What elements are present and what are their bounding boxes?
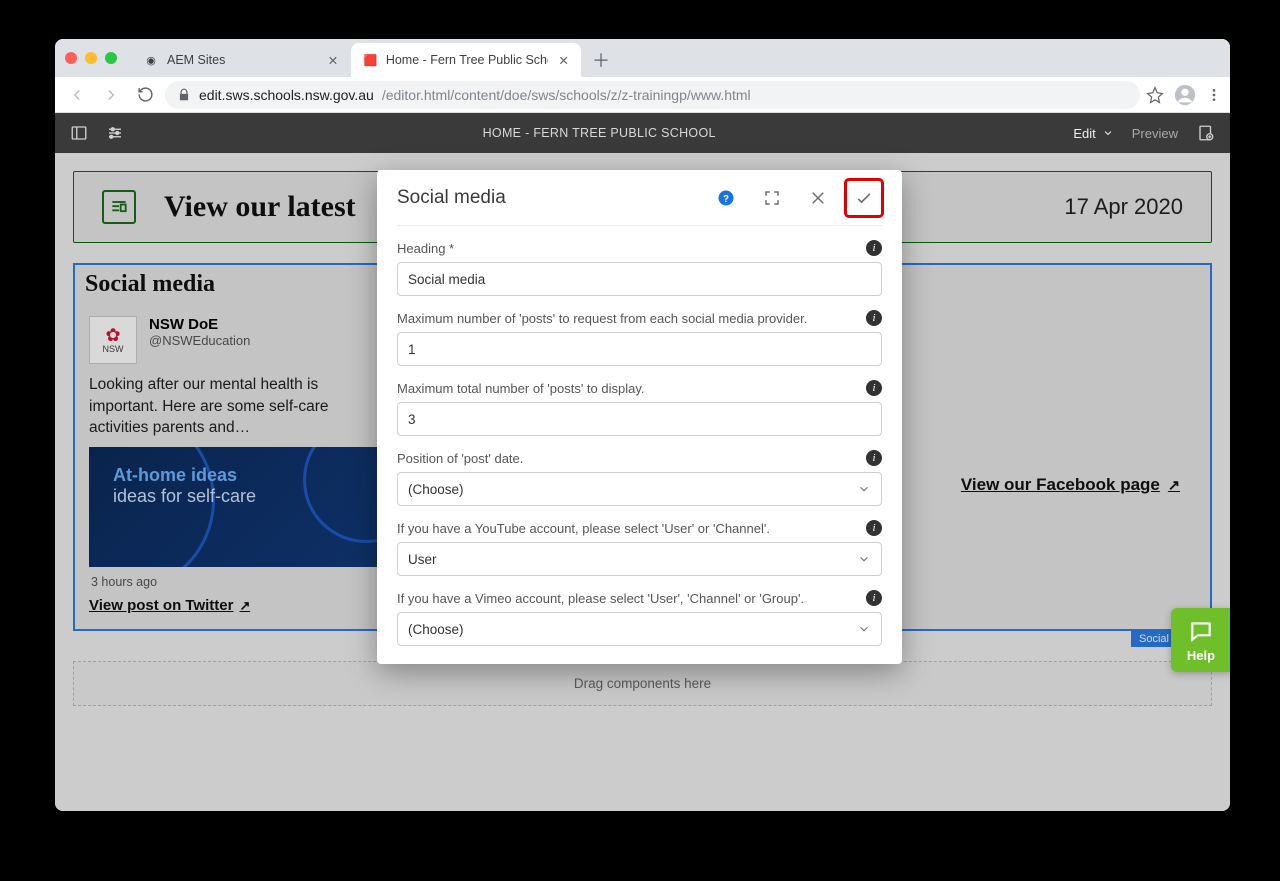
newsletter-icon: [102, 190, 136, 224]
help-tab[interactable]: Help: [1171, 608, 1230, 672]
post-author: NSW DoE: [149, 316, 250, 333]
kebab-menu-icon[interactable]: [1206, 87, 1222, 103]
maximize-window-button[interactable]: [105, 52, 117, 64]
avatar: ✿ NSW: [89, 316, 137, 364]
favicon-icon: 🟥: [363, 52, 378, 68]
url-host: edit.sws.schools.nsw.gov.au: [199, 87, 374, 103]
tab-label: Home - Fern Tree Public Schoo: [386, 53, 548, 67]
profile-icon[interactable]: [1174, 84, 1196, 106]
side-panel-icon[interactable]: [69, 123, 89, 143]
youtube-type-select[interactable]: User: [397, 542, 882, 576]
info-icon[interactable]: i: [866, 240, 882, 256]
heading-input[interactable]: [397, 262, 882, 296]
field-youtube-type: If you have a YouTube account, please se…: [397, 520, 882, 576]
back-button[interactable]: [63, 81, 91, 109]
forward-button[interactable]: [97, 81, 125, 109]
field-heading: Heading * i: [397, 240, 882, 296]
url-path: /editor.html/content/doe/sws/schools/z/z…: [382, 87, 751, 103]
field-vimeo-type: If you have a Vimeo account, please sele…: [397, 590, 882, 646]
max-total-input[interactable]: [397, 402, 882, 436]
newsletter-date: 17 Apr 2020: [1064, 194, 1183, 220]
address-bar-actions: [1146, 84, 1222, 106]
help-icon[interactable]: ?: [708, 180, 744, 216]
close-window-button[interactable]: [65, 52, 77, 64]
tab-aem-sites[interactable]: ◉ AEM Sites ✕: [131, 43, 351, 77]
window-controls: [65, 39, 131, 77]
viewport: HOME - FERN TREE PUBLIC SCHOOL Edit Prev…: [55, 113, 1230, 811]
field-max-per-provider: Maximum number of 'posts' to request fro…: [397, 310, 882, 366]
browser-window: ◉ AEM Sites ✕ 🟥 Home - Fern Tree Public …: [55, 39, 1230, 811]
social-post: ✿ NSW NSW DoE @NSWEducation Looking afte…: [89, 316, 389, 615]
fullscreen-icon[interactable]: [754, 180, 790, 216]
info-icon[interactable]: i: [866, 380, 882, 396]
post-timestamp: 3 hours ago: [91, 575, 387, 589]
max-per-provider-input[interactable]: [397, 332, 882, 366]
preview-button[interactable]: Preview: [1132, 126, 1178, 141]
info-icon[interactable]: i: [866, 310, 882, 326]
external-link-icon: [1168, 475, 1180, 495]
mode-dropdown[interactable]: Edit: [1073, 126, 1113, 141]
post-body: Looking after our mental health is impor…: [89, 374, 389, 439]
reload-button[interactable]: [131, 81, 159, 109]
url-field[interactable]: edit.sws.schools.nsw.gov.au/editor.html/…: [165, 81, 1140, 109]
chevron-down-icon: [857, 622, 871, 636]
dialog-header: Social media ?: [397, 170, 882, 226]
done-button[interactable]: [846, 180, 882, 216]
post-date-position-select[interactable]: (Choose): [397, 472, 882, 506]
tab-close-icon[interactable]: ✕: [556, 52, 571, 68]
post-image: At-home ideas ideas for self-care: [89, 447, 389, 567]
aem-toolbar: HOME - FERN TREE PUBLIC SCHOOL Edit Prev…: [55, 113, 1230, 153]
drop-zone[interactable]: Drag components here: [73, 661, 1212, 706]
field-max-total: Maximum total number of 'posts' to displ…: [397, 380, 882, 436]
address-bar: edit.sws.schools.nsw.gov.au/editor.html/…: [55, 77, 1230, 113]
vimeo-type-select[interactable]: (Choose): [397, 612, 882, 646]
dialog-title: Social media: [397, 187, 506, 209]
external-link-icon: [239, 597, 250, 614]
chevron-down-icon: [857, 482, 871, 496]
tab-strip: ◉ AEM Sites ✕ 🟥 Home - Fern Tree Public …: [131, 39, 615, 77]
cancel-button[interactable]: [800, 180, 836, 216]
sliders-icon[interactable]: [105, 123, 125, 143]
tab-close-icon[interactable]: ✕: [325, 52, 341, 68]
lock-icon: [177, 88, 191, 102]
tab-home-fern-tree[interactable]: 🟥 Home - Fern Tree Public Schoo ✕: [351, 43, 581, 77]
page-title: HOME - FERN TREE PUBLIC SCHOOL: [141, 126, 1057, 140]
info-icon[interactable]: i: [866, 520, 882, 536]
tab-label: AEM Sites: [167, 53, 225, 67]
post-handle: @NSWEducation: [149, 333, 250, 348]
view-on-twitter-link[interactable]: View post on Twitter: [89, 597, 250, 614]
info-icon[interactable]: i: [866, 590, 882, 606]
social-media-dialog: Social media ?: [377, 170, 902, 664]
titlebar: ◉ AEM Sites ✕ 🟥 Home - Fern Tree Public …: [55, 39, 1230, 77]
waratah-icon: ✿: [105, 326, 120, 344]
chevron-down-icon: [857, 552, 871, 566]
svg-text:?: ?: [723, 193, 729, 204]
info-icon[interactable]: i: [866, 450, 882, 466]
view-facebook-link[interactable]: View our Facebook page: [961, 475, 1180, 495]
favicon-icon: ◉: [143, 52, 159, 68]
chat-icon: [1188, 618, 1214, 644]
new-tab-button[interactable]: ＋: [587, 46, 615, 74]
field-post-date-position: Position of 'post' date. i (Choose): [397, 450, 882, 506]
star-icon[interactable]: [1146, 86, 1164, 104]
minimize-window-button[interactable]: [85, 52, 97, 64]
page-properties-icon[interactable]: [1196, 123, 1216, 143]
